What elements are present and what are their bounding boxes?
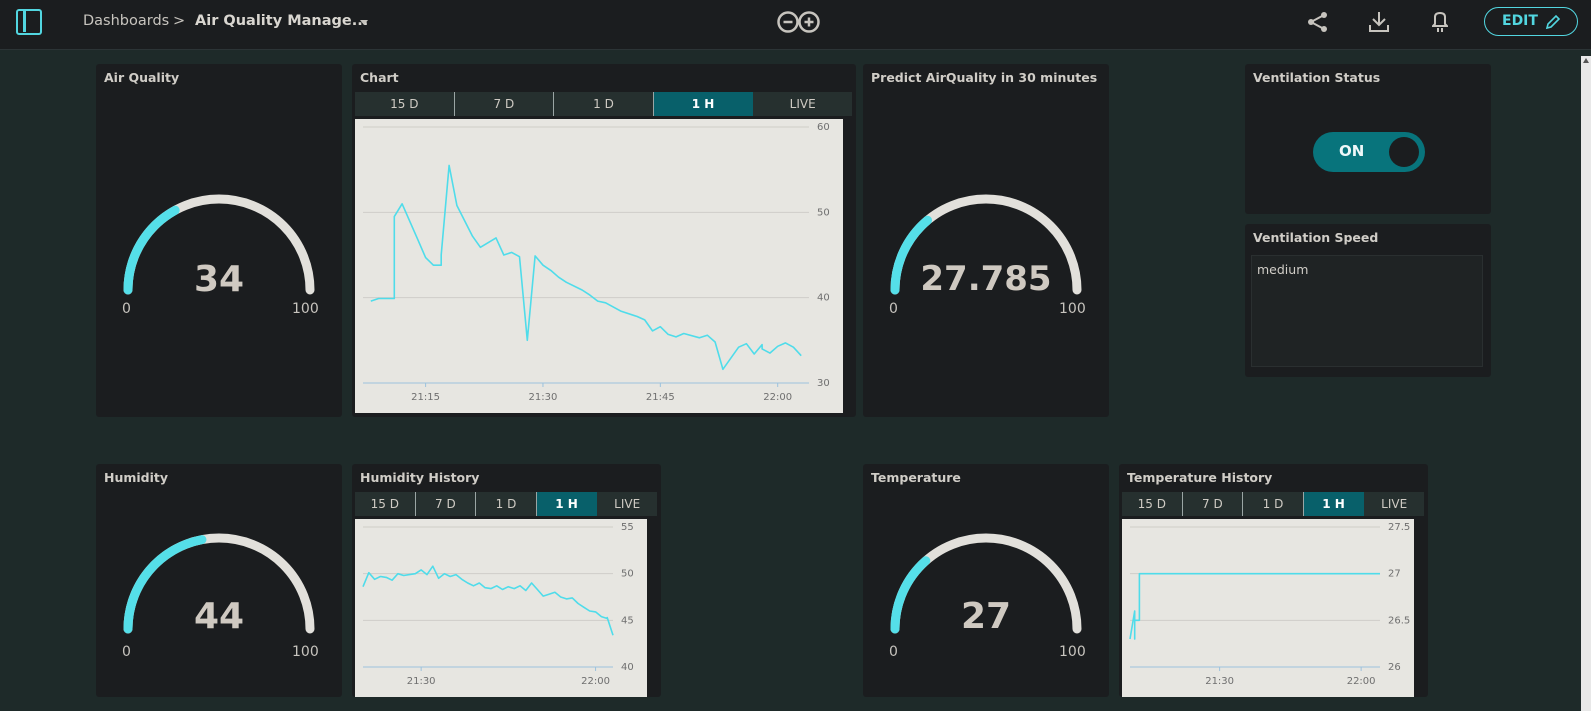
x-tick-label: 22:00: [763, 392, 792, 403]
line-chart: 60 50 40 30 21:15 21:30 21:45 22:00: [363, 122, 830, 403]
tab-7d[interactable]: 7 D: [455, 92, 555, 116]
toggle-knob: [1389, 137, 1419, 167]
y-tick-label: 27: [1388, 569, 1401, 580]
chevron-down-icon[interactable]: [360, 20, 368, 25]
y-tick-label: 45: [621, 615, 634, 626]
humidity-widget[interactable]: Humidity 44 0 100: [96, 464, 342, 697]
timeframe-tabs: 15 D7 D1 D1 H LIVE: [355, 92, 852, 116]
tab-1h[interactable]: 1 H: [653, 92, 754, 116]
y-tick-label: 26: [1388, 662, 1401, 673]
temperature-widget[interactable]: Temperature 27 0 100: [863, 464, 1109, 697]
gauge-min: 0: [122, 644, 131, 660]
y-tick-label: 40: [817, 293, 830, 304]
widget-title: Ventilation Speed: [1253, 230, 1379, 245]
temperature-history-widget[interactable]: Temperature History 15 D7 D1 D1 H LIVE 27…: [1119, 464, 1428, 697]
predict-air-quality-widget[interactable]: Predict AirQuality in 30 minutes 27.785 …: [863, 64, 1109, 417]
widget-title: Chart: [360, 70, 399, 85]
sidebar-toggle-icon[interactable]: [16, 9, 42, 35]
tab-1d[interactable]: 1 D: [554, 92, 654, 116]
dashboard-title[interactable]: Air Quality Manage...: [195, 13, 368, 29]
tab-1d[interactable]: 1 D: [1243, 492, 1304, 516]
series-line: [1129, 572, 1380, 640]
tab-15d[interactable]: 15 D: [1122, 492, 1183, 516]
line-chart: 27.5 27 26.5 26 21:30 22:00: [1129, 522, 1410, 687]
chart-widget[interactable]: Chart 15 D7 D1 D1 H LIVE 60 50 40 30 21:15 21:…: [352, 64, 856, 417]
top-bar: Dashboards > Air Quality Manage... EDIT: [0, 0, 1591, 50]
tab-7d[interactable]: 7 D: [416, 492, 477, 516]
gauge-value: 34: [193, 259, 245, 300]
y-tick-label: 26.5: [1388, 615, 1410, 626]
gauge-value: 27.785: [920, 259, 1052, 299]
ventilation-speed-value-box: medium: [1251, 255, 1483, 367]
chart-plot[interactable]: 27.5 27 26.5 26 21:30 22:00: [1122, 519, 1414, 697]
tab-1h[interactable]: 1 H: [1303, 492, 1365, 516]
gauge-max: 100: [1059, 301, 1086, 317]
gauge-max: 100: [292, 301, 319, 317]
breadcrumb-dashboards[interactable]: Dashboards: [83, 13, 169, 29]
x-tick-label: 21:15: [411, 392, 440, 403]
series-line: [370, 164, 802, 371]
y-tick-label: 50: [621, 569, 634, 580]
series-line: [362, 565, 614, 636]
x-tick-label: 22:00: [1347, 676, 1376, 687]
share-icon[interactable]: [1307, 11, 1329, 33]
download-icon[interactable]: [1368, 11, 1390, 33]
tab-live[interactable]: LIVE: [753, 92, 852, 116]
y-tick-label: 60: [817, 122, 830, 133]
gauge: [890, 533, 1082, 634]
y-tick-label: 50: [817, 207, 830, 218]
edit-label: EDIT: [1502, 13, 1538, 29]
widget-title: Humidity History: [360, 470, 480, 485]
line-chart: 55 50 45 40 21:30 22:00: [362, 522, 634, 687]
gauge-max: 100: [292, 644, 319, 660]
edit-button[interactable]: EDIT: [1484, 7, 1578, 36]
y-tick-label: 27.5: [1388, 522, 1410, 533]
ventilation-status-widget: Ventilation Status ON: [1245, 64, 1491, 214]
arduino-logo: [777, 11, 820, 33]
air-quality-widget[interactable]: Air Quality 34 0 100: [96, 64, 342, 417]
x-tick-label: 21:45: [646, 392, 675, 403]
widget-title: Temperature History: [1127, 470, 1273, 485]
toggle-label: ON: [1339, 142, 1365, 160]
ventilation-speed-widget: Ventilation Speed medium: [1245, 224, 1491, 377]
tab-15d[interactable]: 15 D: [355, 492, 416, 516]
gauge-max: 100: [1059, 644, 1086, 660]
gauge-min: 0: [889, 301, 898, 317]
x-tick-label: 21:30: [1205, 676, 1234, 687]
gauge-value: 44: [193, 596, 245, 637]
gauge-min: 0: [889, 644, 898, 660]
chart-plot[interactable]: 60 50 40 30 21:15 21:30 21:45 22:00: [355, 119, 843, 413]
gauge-min: 0: [122, 301, 131, 317]
mobile-notify-icon[interactable]: [1432, 11, 1448, 33]
breadcrumb-separator: >: [173, 13, 186, 29]
tab-7d[interactable]: 7 D: [1183, 492, 1244, 516]
ventilation-toggle[interactable]: ON: [1313, 132, 1425, 172]
tab-live[interactable]: LIVE: [1364, 492, 1424, 516]
x-tick-label: 21:30: [529, 392, 558, 403]
y-tick-label: 40: [621, 662, 634, 673]
pencil-icon: [1545, 14, 1561, 30]
x-tick-label: 22:00: [581, 676, 610, 687]
y-tick-label: 55: [621, 522, 634, 533]
gauge: [123, 533, 315, 634]
tab-15d[interactable]: 15 D: [355, 92, 455, 116]
tab-live[interactable]: LIVE: [597, 492, 657, 516]
page-scrollbar[interactable]: [1581, 56, 1591, 711]
widget-title: Ventilation Status: [1253, 70, 1381, 85]
timeframe-tabs: 15 D7 D1 D1 H LIVE: [1122, 492, 1424, 516]
gauge: [890, 194, 1082, 295]
x-tick-label: 21:30: [407, 676, 436, 687]
chart-plot[interactable]: 55 50 45 40 21:30 22:00: [355, 519, 647, 697]
gauge-value: 27: [960, 596, 1012, 637]
tab-1h[interactable]: 1 H: [536, 492, 598, 516]
tab-1d[interactable]: 1 D: [476, 492, 537, 516]
ventilation-speed-value: medium: [1257, 262, 1309, 277]
gauge: [123, 194, 315, 295]
y-tick-label: 30: [817, 378, 830, 389]
humidity-history-widget[interactable]: Humidity History 15 D7 D1 D1 H LIVE 55 50 4…: [352, 464, 661, 697]
timeframe-tabs: 15 D7 D1 D1 H LIVE: [355, 492, 657, 516]
